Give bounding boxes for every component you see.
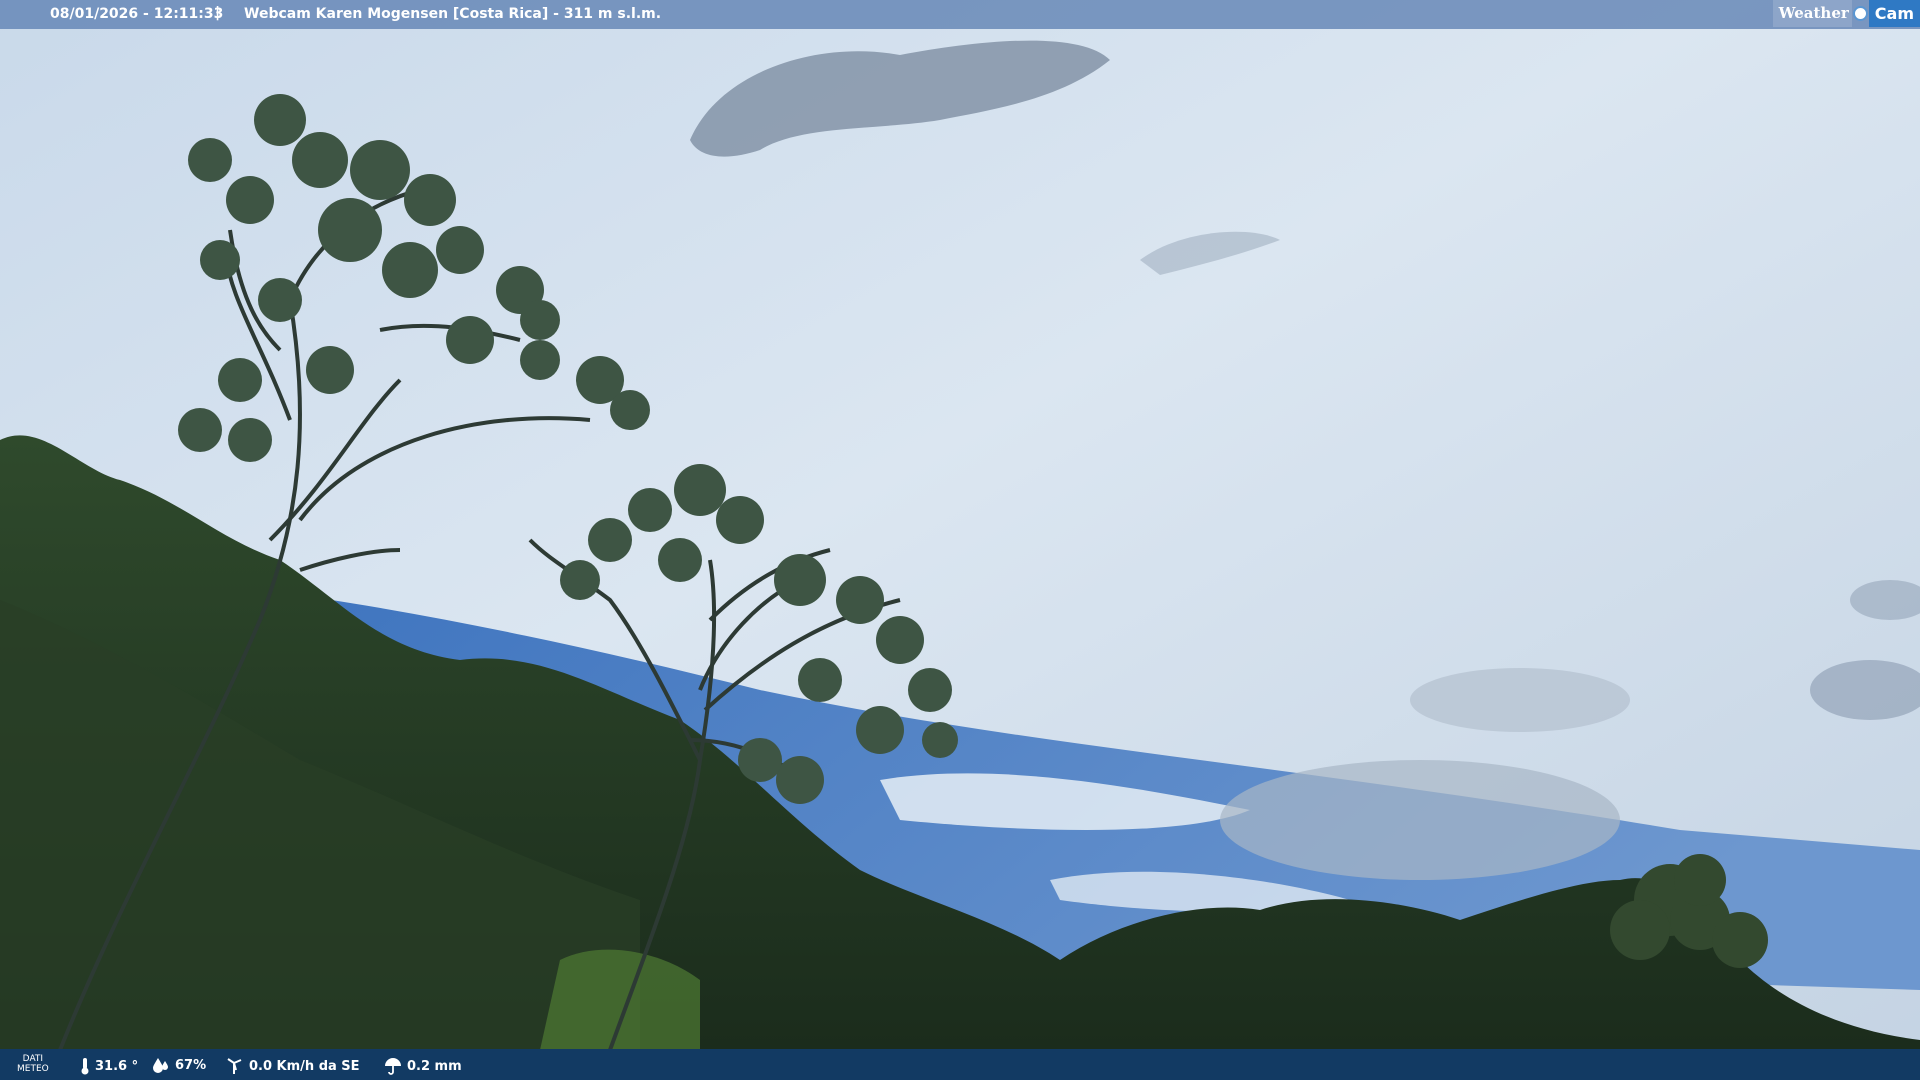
wind-reading: 0.0 Km/h da SE bbox=[226, 1057, 360, 1075]
thermometer-icon bbox=[81, 1058, 89, 1075]
temperature-reading: 31.6 ° bbox=[80, 1057, 138, 1075]
rain-value: 0.2 mm bbox=[407, 1058, 462, 1074]
humidity-drop-icon bbox=[153, 1058, 168, 1073]
weathercam-logo: Weather Cam bbox=[1772, 0, 1920, 27]
temperature-value: 31.6 ° bbox=[95, 1058, 139, 1074]
rain-umbrella-icon bbox=[385, 1058, 401, 1075]
wind-value: 0.0 Km/h da SE bbox=[249, 1058, 360, 1074]
logo-cam-text: Cam bbox=[1868, 0, 1920, 27]
weather-data-bar: DATI METEO 31.6 ° 67% 0.0 Km/h da SE 0.2… bbox=[0, 1049, 1920, 1080]
weather-data-label: DATI METEO bbox=[17, 1054, 49, 1074]
webcam-title: Webcam Karen Mogensen [Costa Rica] - 311… bbox=[244, 6, 662, 22]
humidity-value: 67% bbox=[175, 1057, 207, 1073]
datetime: 08/01/2026 - 12:11:33 bbox=[50, 6, 224, 22]
logo-dot-icon bbox=[1852, 6, 1868, 21]
webcam-image bbox=[0, 0, 1920, 1080]
logo-weather-text: Weather bbox=[1772, 0, 1852, 27]
wind-icon bbox=[227, 1058, 242, 1074]
humidity-reading: 67% bbox=[152, 1057, 206, 1073]
separator: | bbox=[215, 5, 221, 21]
rain-reading: 0.2 mm bbox=[384, 1057, 462, 1075]
webcam-header-bar: 08/01/2026 - 12:11:33 | Webcam Karen Mog… bbox=[0, 0, 1920, 29]
